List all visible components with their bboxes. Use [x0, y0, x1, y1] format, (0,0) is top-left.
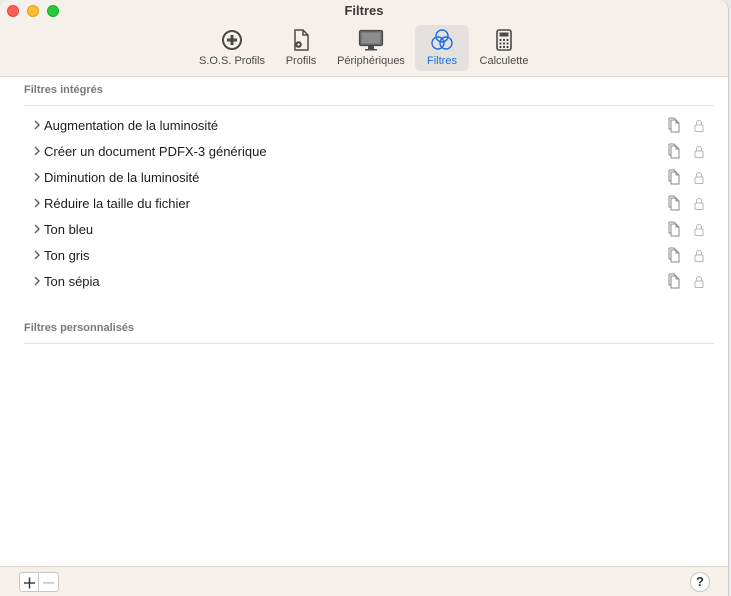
builtin-filters-header: Filtres intégrés — [24, 84, 714, 106]
tab-peripheriques[interactable]: Périphériques — [332, 25, 410, 71]
tab-label: Calculette — [479, 55, 529, 67]
list-item[interactable]: Diminution de la luminosité — [0, 165, 728, 191]
list-item[interactable]: Réduire la taille du fichier — [0, 191, 728, 217]
filter-name: Créer un document PDFX-3 générique — [44, 144, 267, 159]
tab-sos-profils[interactable]: S.O.S. Profils — [195, 25, 269, 71]
chevron-right-icon[interactable] — [33, 146, 41, 156]
add-filter-button[interactable] — [19, 572, 39, 592]
tab-label: Filtres — [427, 55, 457, 67]
monitor-icon — [358, 29, 384, 51]
duplicate-icon[interactable] — [667, 247, 681, 263]
duplicate-icon[interactable] — [667, 195, 681, 211]
duplicate-icon[interactable] — [667, 273, 681, 289]
builtin-filters-list: Augmentation de la luminosité Créer un d… — [0, 113, 728, 295]
filter-name: Ton sépia — [44, 274, 100, 289]
titlebar: Filtres S.O.S. Profils Profils Périphéri… — [0, 0, 728, 77]
chevron-right-icon[interactable] — [33, 120, 41, 130]
filter-name: Augmentation de la luminosité — [44, 118, 219, 133]
list-item[interactable]: Ton bleu — [0, 217, 728, 243]
duplicate-icon[interactable] — [667, 117, 681, 133]
chevron-right-icon[interactable] — [33, 250, 41, 260]
duplicate-icon[interactable] — [667, 143, 681, 159]
filter-name: Ton gris — [44, 248, 90, 263]
tab-label: Profils — [285, 55, 317, 67]
filter-name: Diminution de la luminosité — [44, 170, 200, 185]
custom-filters-header: Filtres personnalisés — [24, 322, 714, 344]
filters-window: Filtres S.O.S. Profils Profils Périphéri… — [0, 0, 729, 596]
chevron-right-icon[interactable] — [33, 198, 41, 208]
duplicate-icon[interactable] — [667, 221, 681, 237]
lock-icon — [694, 172, 704, 184]
lock-icon — [694, 198, 704, 210]
tab-profils[interactable]: Profils — [280, 25, 322, 71]
calculator-icon — [496, 29, 512, 51]
chevron-right-icon[interactable] — [33, 276, 41, 286]
chevron-right-icon[interactable] — [33, 224, 41, 234]
list-item[interactable]: Ton gris — [0, 243, 728, 269]
duplicate-icon[interactable] — [667, 169, 681, 185]
custom-filters-list — [0, 345, 728, 565]
window-title: Filtres — [344, 3, 384, 18]
plus-circle-icon — [222, 30, 242, 50]
filter-name: Réduire la taille du fichier — [44, 196, 190, 211]
list-item[interactable]: Créer un document PDFX-3 générique — [0, 139, 728, 165]
lock-icon — [694, 146, 704, 158]
tab-label: Périphériques — [337, 55, 405, 67]
help-button[interactable]: ? — [690, 572, 710, 592]
list-item[interactable]: Augmentation de la luminosité — [0, 113, 728, 139]
chevron-right-icon[interactable] — [33, 172, 41, 182]
lock-icon — [694, 276, 704, 288]
tab-label: S.O.S. Profils — [198, 55, 266, 67]
remove-filter-button[interactable] — [39, 572, 59, 592]
toolbar: S.O.S. Profils Profils Périphériques Fil… — [0, 25, 728, 73]
plus-icon — [24, 577, 35, 589]
tab-filtres[interactable]: Filtres — [415, 25, 469, 71]
filter-circles-icon — [431, 29, 453, 50]
document-gear-icon — [294, 29, 309, 51]
lock-icon — [694, 120, 704, 132]
lock-icon — [694, 224, 704, 236]
minus-icon — [43, 582, 54, 584]
list-item[interactable]: Ton sépia — [0, 269, 728, 295]
filter-name: Ton bleu — [44, 222, 94, 237]
tab-calculette[interactable]: Calculette — [474, 25, 534, 71]
bottom-bar: ? — [0, 566, 728, 596]
lock-icon — [694, 250, 704, 262]
